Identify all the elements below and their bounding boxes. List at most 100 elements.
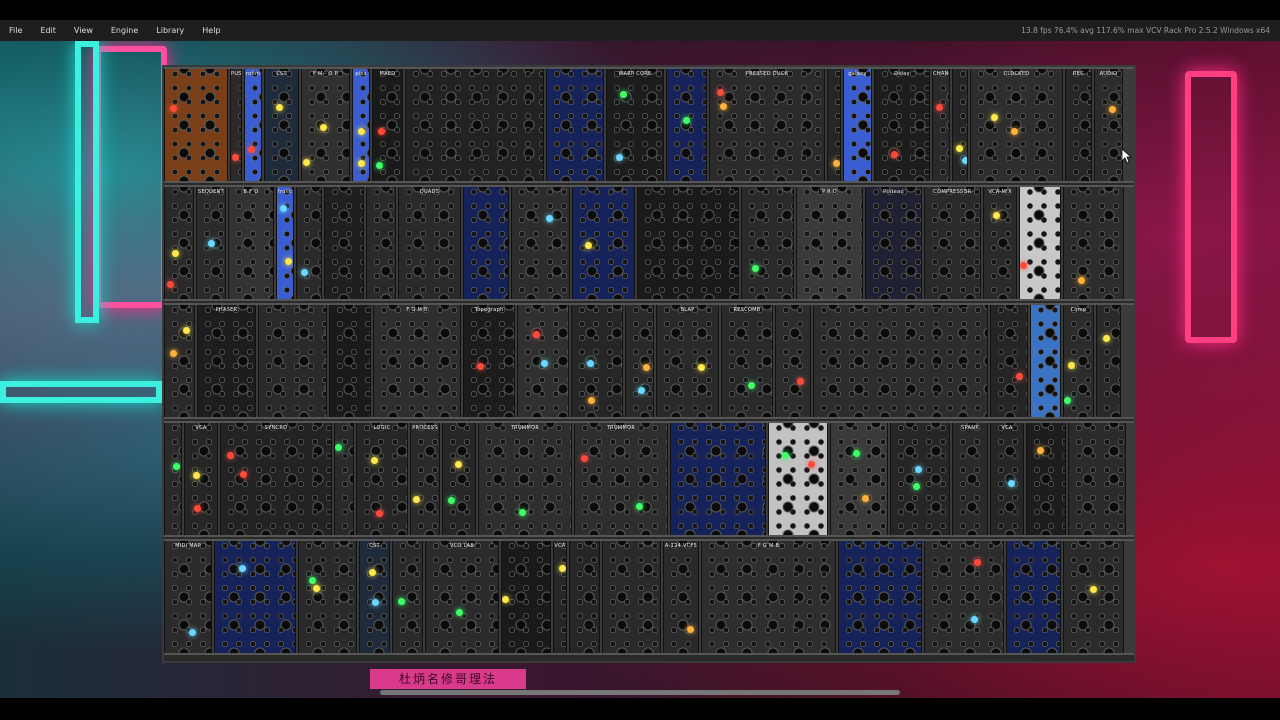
- menu-view[interactable]: View: [65, 26, 102, 35]
- rack-module[interactable]: [546, 69, 604, 181]
- rack-module[interactable]: [366, 187, 396, 299]
- rack-module[interactable]: [501, 541, 551, 653]
- rack-module[interactable]: frolic: [276, 187, 294, 299]
- rack-module[interactable]: pixs: [352, 69, 370, 181]
- rack-module[interactable]: [1063, 187, 1124, 299]
- rack-module[interactable]: PRESSED DUCK: [709, 69, 825, 181]
- rack-module[interactable]: MIDI MAP: [164, 541, 212, 653]
- rack-module[interactable]: [1026, 423, 1066, 535]
- rack-module[interactable]: CHANCE: [932, 69, 950, 181]
- rack-module[interactable]: SYNCRO: [220, 423, 332, 535]
- rack-module[interactable]: CST: [264, 69, 299, 181]
- rack-module[interactable]: [164, 305, 195, 417]
- rack-module[interactable]: B F O: [228, 187, 274, 299]
- rack-module[interactable]: [924, 541, 1004, 653]
- rack-module[interactable]: [1096, 305, 1121, 417]
- rack-module[interactable]: [666, 69, 707, 181]
- led-indicator: [182, 327, 190, 335]
- rack-module[interactable]: SPANK: [952, 423, 988, 535]
- rack-module[interactable]: LOGIC: [356, 423, 408, 535]
- rack-module[interactable]: [517, 305, 569, 417]
- rack-module[interactable]: [670, 423, 766, 535]
- rack-module[interactable]: TRUMMOR: [574, 423, 668, 535]
- rack-module[interactable]: VCA-MIX: [983, 187, 1017, 299]
- rack-module[interactable]: [741, 187, 794, 299]
- led-indicator: [279, 204, 287, 212]
- rack-module[interactable]: [775, 305, 811, 417]
- rack-module[interactable]: RESCOMB: [721, 305, 773, 417]
- rack-module[interactable]: [602, 541, 661, 653]
- rack-module[interactable]: galaxy: [843, 69, 872, 181]
- rack-module[interactable]: F G M B: [701, 541, 836, 653]
- rack-module[interactable]: [625, 305, 654, 417]
- rack-module[interactable]: VCA: [553, 541, 567, 653]
- rack-module[interactable]: BLAP: [656, 305, 719, 417]
- menu-engine[interactable]: Engine: [102, 26, 147, 35]
- rack-module[interactable]: CST: [359, 541, 390, 653]
- rack-module[interactable]: SEQUENT: [196, 187, 226, 299]
- rack-module[interactable]: [463, 187, 509, 299]
- rack-module[interactable]: [838, 541, 922, 653]
- rack-module[interactable]: [329, 305, 371, 417]
- rack-module[interactable]: [442, 423, 476, 535]
- rack-module[interactable]: VCA: [990, 423, 1024, 535]
- rack-module[interactable]: CLOCKED: [970, 69, 1063, 181]
- rack-module[interactable]: TRUMMOR: [478, 423, 572, 535]
- rack-module[interactable]: [569, 541, 600, 653]
- rack-module[interactable]: [324, 187, 364, 299]
- rack-module[interactable]: REC: [1065, 69, 1092, 181]
- rack-module[interactable]: [890, 423, 950, 535]
- rack-module[interactable]: [571, 305, 623, 417]
- rack-module[interactable]: Topograph: [463, 305, 515, 417]
- rack-module[interactable]: [1019, 187, 1061, 299]
- menu-file[interactable]: File: [0, 26, 31, 35]
- rack-module[interactable]: [405, 69, 544, 181]
- rack-module[interactable]: VCA: [184, 423, 218, 535]
- led-indicator: [541, 359, 548, 367]
- rack-module[interactable]: [637, 187, 739, 299]
- menu-edit[interactable]: Edit: [31, 26, 65, 35]
- rack-module[interactable]: [768, 423, 828, 535]
- rack-module[interactable]: PHASER: [197, 305, 256, 417]
- rack-module[interactable]: [572, 187, 635, 299]
- horizontal-scrollbar[interactable]: [380, 690, 900, 695]
- rack-module[interactable]: [214, 541, 296, 653]
- rack-module[interactable]: A-124 VCF5: [663, 541, 699, 653]
- rack-module[interactable]: Plateau: [865, 187, 922, 299]
- rack-module[interactable]: [1063, 541, 1124, 653]
- rack-module[interactable]: [334, 423, 354, 535]
- rack-module[interactable]: [813, 305, 988, 417]
- rack-module[interactable]: [258, 305, 327, 417]
- rack-module[interactable]: [952, 69, 968, 181]
- rack-module[interactable]: [511, 187, 570, 299]
- rack-module[interactable]: AUDIO: [1094, 69, 1123, 181]
- rack-module[interactable]: [990, 305, 1028, 417]
- rack-module[interactable]: P R O: [796, 187, 863, 299]
- rack-module[interactable]: WARP CORE: [606, 69, 664, 181]
- rack-module[interactable]: Delay: [874, 69, 930, 181]
- rack-module[interactable]: VCO LAB: [425, 541, 499, 653]
- rack-module[interactable]: QUADS: [398, 187, 461, 299]
- rack-canvas[interactable]: PUSH rohm CST F M - O P pixs MAED WARP CORE PRE…: [164, 67, 1134, 661]
- rack-module[interactable]: [830, 423, 888, 535]
- menu-library[interactable]: Library: [147, 26, 193, 35]
- rack-module[interactable]: [164, 187, 194, 299]
- rack-module[interactable]: [296, 187, 322, 299]
- rack-module[interactable]: [1006, 541, 1061, 653]
- rack-module[interactable]: PROCESS: [410, 423, 440, 535]
- rack-module[interactable]: F G M B: [373, 305, 461, 417]
- rack-module[interactable]: [298, 541, 357, 653]
- rack-module[interactable]: [1030, 305, 1061, 417]
- rack-module[interactable]: rohm: [244, 69, 262, 181]
- menu-help[interactable]: Help: [193, 26, 229, 35]
- rack-module[interactable]: [827, 69, 841, 181]
- rack-module[interactable]: [164, 423, 182, 535]
- rack-module[interactable]: F M - O P: [301, 69, 350, 181]
- rack-module[interactable]: COMPRESSOR: [924, 187, 981, 299]
- rack-module[interactable]: Comp: [1063, 305, 1094, 417]
- rack-module[interactable]: MAED: [372, 69, 403, 181]
- rack-module[interactable]: [164, 69, 228, 181]
- rack-module[interactable]: [1068, 423, 1126, 535]
- rack-module[interactable]: [392, 541, 423, 653]
- rack-module[interactable]: PUSH: [230, 69, 242, 181]
